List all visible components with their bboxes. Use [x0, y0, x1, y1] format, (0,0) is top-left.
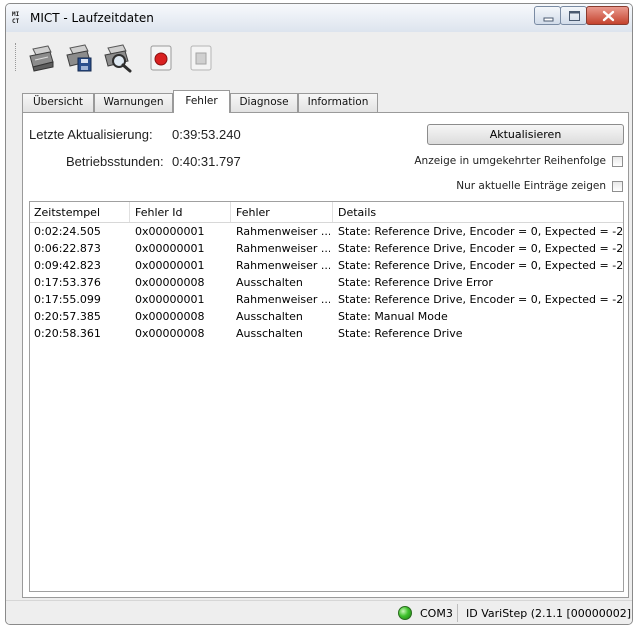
table-row[interactable]: 0:06:22.873 0x00000001 Rahmenweiser ... …: [30, 240, 623, 257]
save-data-button[interactable]: [64, 43, 94, 73]
cell-timestamp: 0:09:42.823: [34, 259, 101, 272]
cell-details: State: Manual Mode: [338, 310, 448, 323]
cell-error: Rahmenweiser ...: [236, 225, 330, 238]
toolbar: [6, 32, 632, 84]
print-button[interactable]: [26, 43, 56, 73]
table-row[interactable]: 0:20:58.361 0x00000008 Ausschalten State…: [30, 325, 623, 342]
printer-icon: [29, 45, 54, 72]
operating-hours-value: 0:40:31.797: [172, 154, 241, 169]
last-update-label: Letzte Aktualisierung:: [29, 127, 153, 142]
fehler-panel: Letzte Aktualisierung: 0:39:53.240 Betri…: [22, 112, 629, 598]
cell-details: State: Reference Drive, Encoder = 0, Exp…: [338, 259, 623, 272]
table-row[interactable]: 0:17:55.099 0x00000001 Rahmenweiser ... …: [30, 291, 623, 308]
cell-error-id: 0x00000001: [135, 259, 205, 272]
cell-error: Rahmenweiser ...: [236, 242, 330, 255]
reverse-order-option[interactable]: Anzeige in umgekehrter Reihenfolge: [414, 154, 623, 168]
toolbar-grip[interactable]: [15, 43, 18, 71]
stop-button[interactable]: [186, 43, 216, 73]
cell-error: Ausschalten: [236, 327, 303, 340]
connection-status-icon: [398, 606, 412, 620]
tab-information[interactable]: Information: [298, 93, 378, 112]
tab-fehler[interactable]: Fehler: [173, 90, 230, 113]
table-row[interactable]: 0:17:53.376 0x00000008 Ausschalten State…: [30, 274, 623, 291]
cell-timestamp: 0:20:57.385: [34, 310, 101, 323]
reverse-order-checkbox[interactable]: [612, 155, 623, 167]
column-divider[interactable]: [230, 202, 231, 222]
app-logo-icon: MI CT: [12, 11, 20, 25]
table-row[interactable]: 0:09:42.823 0x00000001 Rahmenweiser ... …: [30, 257, 623, 274]
cell-details: State: Reference Drive, Encoder = 0, Exp…: [338, 225, 623, 238]
tab-warnungen[interactable]: Warnungen: [94, 93, 173, 112]
cell-error-id: 0x00000008: [135, 276, 205, 289]
cell-timestamp: 0:02:24.505: [34, 225, 101, 238]
table-row[interactable]: 0:02:24.505 0x00000001 Rahmenweiser ... …: [30, 223, 623, 240]
table-row[interactable]: 0:20:57.385 0x00000008 Ausschalten State…: [30, 308, 623, 325]
cell-timestamp: 0:20:58.361: [34, 327, 101, 340]
cell-error: Ausschalten: [236, 276, 303, 289]
maximize-button[interactable]: [560, 6, 587, 25]
cell-error-id: 0x00000001: [135, 225, 205, 238]
current-only-option[interactable]: Nur aktuelle Einträge zeigen: [456, 179, 623, 193]
cell-timestamp: 0:17:55.099: [34, 293, 101, 306]
port-label: COM3: [420, 607, 453, 620]
save-data-icon: [66, 44, 92, 72]
cell-error: Rahmenweiser ...: [236, 259, 330, 272]
list-header: Zeitstempel Fehler Id Fehler Details: [30, 202, 623, 223]
cell-error-id: 0x00000008: [135, 327, 205, 340]
cell-timestamp: 0:06:22.873: [34, 242, 101, 255]
current-only-label: Nur aktuelle Einträge zeigen: [456, 180, 606, 192]
close-icon: [602, 10, 615, 22]
device-info-label: ID VariStep (2.1.1 [00000002]): [466, 607, 633, 620]
cell-error: Ausschalten: [236, 310, 303, 323]
title-bar[interactable]: MI CT MICT - Laufzeitdaten: [6, 4, 632, 32]
cell-details: State: Reference Drive Error: [338, 276, 493, 289]
tab-diagnose[interactable]: Diagnose: [230, 93, 298, 112]
last-update-value: 0:39:53.240: [172, 127, 241, 142]
reverse-order-label: Anzeige in umgekehrter Reihenfolge: [414, 155, 606, 167]
column-header-fehler-id[interactable]: Fehler Id: [135, 206, 183, 219]
refresh-button[interactable]: Aktualisieren: [427, 124, 624, 145]
app-window: MI CT MICT - Laufzeitdaten Übersicht War…: [5, 3, 633, 625]
window-title: MICT - Laufzeitdaten: [30, 11, 154, 25]
tab-uebersicht[interactable]: Übersicht: [22, 93, 94, 112]
cell-details: State: Reference Drive, Encoder = 0, Exp…: [338, 242, 623, 255]
column-header-zeitstempel[interactable]: Zeitstempel: [34, 206, 100, 219]
stop-icon: [190, 45, 212, 71]
column-divider[interactable]: [129, 202, 130, 222]
column-header-fehler[interactable]: Fehler: [236, 206, 270, 219]
cell-error-id: 0x00000001: [135, 242, 205, 255]
minimize-button[interactable]: [534, 6, 561, 25]
cell-timestamp: 0:17:53.376: [34, 276, 101, 289]
record-button[interactable]: [146, 43, 176, 73]
search-data-icon: [104, 44, 132, 73]
search-data-button[interactable]: [102, 43, 132, 73]
column-header-details[interactable]: Details: [338, 206, 376, 219]
status-bar: COM3 ID VariStep (2.1.1 [00000002]): [6, 600, 633, 624]
cell-error-id: 0x00000001: [135, 293, 205, 306]
column-divider[interactable]: [332, 202, 333, 222]
cell-error: Rahmenweiser ...: [236, 293, 330, 306]
cell-error-id: 0x00000008: [135, 310, 205, 323]
current-only-checkbox[interactable]: [612, 180, 623, 192]
status-divider: [457, 604, 458, 622]
minimize-icon: [543, 17, 554, 22]
cell-details: State: Reference Drive: [338, 327, 463, 340]
record-icon: [150, 45, 172, 71]
close-button[interactable]: [586, 6, 629, 25]
operating-hours-label: Betriebsstunden:: [66, 154, 164, 169]
error-list[interactable]: Zeitstempel Fehler Id Fehler Details 0:0…: [29, 201, 624, 592]
maximize-icon: [569, 11, 580, 21]
cell-details: State: Reference Drive, Encoder = 0, Exp…: [338, 293, 623, 306]
